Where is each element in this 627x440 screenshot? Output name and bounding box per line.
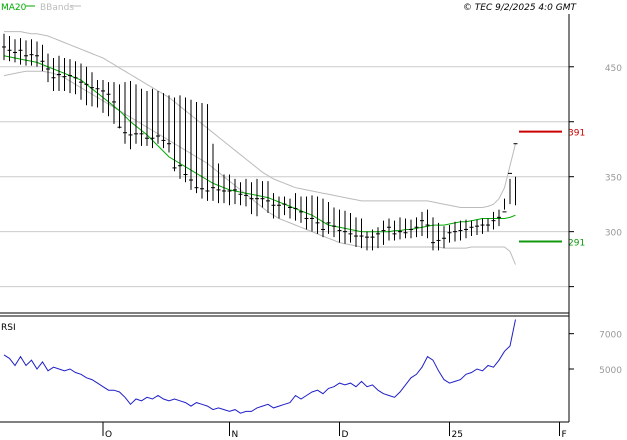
chart-background: [0, 0, 627, 440]
price-tick-label: 300: [605, 229, 622, 239]
time-tick-label: D: [342, 430, 349, 440]
price-tick-label: 450: [605, 64, 622, 74]
price-tick-label: 350: [605, 174, 622, 184]
time-tick-label: O: [105, 430, 112, 440]
support-level-label: 291: [568, 239, 585, 249]
time-tick-label: 25: [452, 430, 463, 440]
time-tick-label: N: [232, 430, 239, 440]
time-tick-label: F: [562, 430, 567, 440]
rsi-tick-label: 5000: [599, 366, 622, 376]
legend-bbands: BBands: [40, 3, 74, 13]
chart-canvas: MA20 BBands © TEC 9/2/2025 4:0 GMT 391 29…: [0, 0, 627, 440]
rsi-tick-label: 7000: [599, 331, 622, 341]
chart-info-timestamp: © TEC 9/2/2025 4:0 GMT: [463, 3, 578, 13]
rsi-title: RSI: [1, 323, 16, 333]
legend-ma20: MA20: [1, 3, 27, 13]
resistance-level-label: 391: [568, 129, 585, 139]
